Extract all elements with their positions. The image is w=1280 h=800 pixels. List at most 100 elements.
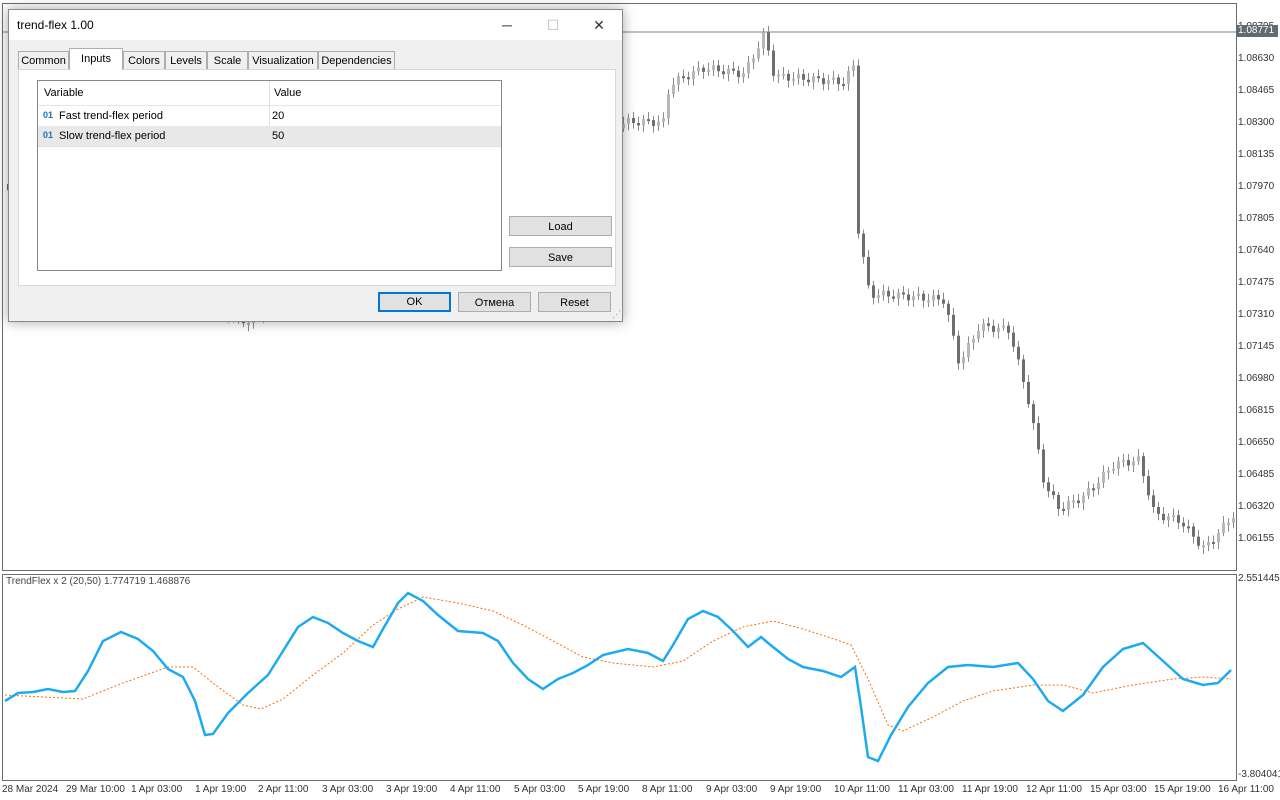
candle-body — [1072, 500, 1075, 503]
candle-body — [1162, 513, 1165, 521]
tab-common[interactable]: Common — [18, 51, 69, 69]
candle-body — [877, 295, 880, 298]
load-button[interactable]: Load — [509, 216, 612, 236]
candle-body — [1037, 423, 1040, 450]
tab-scale[interactable]: Scale — [207, 51, 248, 69]
resize-grip-icon[interactable]: ⋰ — [612, 309, 621, 320]
candle-body — [1152, 495, 1155, 508]
time-label: 4 Apr 11:00 — [450, 784, 501, 795]
candle-body — [722, 71, 725, 75]
candle-body — [1142, 456, 1145, 477]
candle-body — [797, 74, 800, 79]
tab-inputs[interactable]: Inputs — [69, 48, 123, 70]
candle-body — [837, 77, 840, 85]
price-label: 1.08135 — [1238, 149, 1275, 160]
input-variable-name: Slow trend-flex period — [59, 130, 166, 142]
candle-body — [1157, 507, 1160, 514]
candle-body — [1182, 522, 1185, 527]
tab-dependencies[interactable]: Dependencies — [318, 51, 395, 69]
candle-body — [657, 121, 660, 126]
price-label: 1.06155 — [1238, 533, 1275, 544]
input-row-slow-period[interactable]: 01 Slow trend-flex period 50 — [38, 126, 501, 147]
candle-body — [1012, 332, 1015, 347]
price-label: 1.06485 — [1238, 469, 1275, 480]
integer-type-icon: 01 — [43, 130, 54, 140]
time-label: 11 Apr 19:00 — [962, 784, 1018, 795]
price-label: 1.08300 — [1238, 117, 1275, 128]
time-label: 10 Apr 11:00 — [834, 784, 890, 795]
candle-body — [887, 290, 890, 297]
integer-type-icon: 01 — [43, 110, 54, 120]
current-price-badge: 1.08771 — [1236, 25, 1278, 37]
price-label: 1.07310 — [1238, 309, 1275, 320]
time-label: 12 Apr 11:00 — [1026, 784, 1082, 795]
input-value[interactable]: 50 — [272, 130, 284, 142]
candle-body — [1092, 488, 1095, 491]
column-header-variable[interactable]: Variable — [44, 87, 84, 99]
price-label: 1.07805 — [1238, 213, 1275, 224]
time-label: 5 Apr 03:00 — [514, 784, 566, 795]
candle-body — [682, 76, 685, 79]
indicator-pane[interactable] — [2, 574, 1237, 781]
candle-body — [942, 299, 945, 304]
input-value[interactable]: 20 — [272, 110, 284, 122]
candle-body — [732, 68, 735, 71]
indicator-max-label: 2.551445 — [1238, 573, 1280, 584]
price-label: 1.08630 — [1238, 53, 1275, 64]
ok-button[interactable]: OK — [378, 292, 451, 312]
candle-body — [737, 70, 740, 78]
fast-trendflex-line — [4, 591, 1232, 763]
candle-body — [1222, 522, 1225, 533]
dialog-titlebar[interactable]: trend-flex 1.00 ─ ☐ ✕ — [9, 10, 622, 40]
candle-body — [872, 285, 875, 298]
close-icon[interactable]: ✕ — [576, 10, 622, 40]
candle-body — [982, 323, 985, 332]
time-label: 16 Apr 11:00 — [1218, 784, 1274, 795]
input-row-fast-period[interactable]: 01 Fast trend-flex period 20 — [38, 106, 501, 127]
candle-body — [752, 58, 755, 63]
candle-body — [702, 67, 705, 72]
candle-body — [847, 70, 850, 85]
time-label: 15 Apr 19:00 — [1154, 784, 1211, 795]
candle-body — [687, 77, 690, 80]
candle-body — [1187, 526, 1190, 529]
candle-body — [1027, 381, 1030, 405]
tab-levels[interactable]: Levels — [165, 51, 207, 69]
candle-body — [1017, 346, 1020, 360]
price-label: 1.06980 — [1238, 373, 1275, 384]
candle-body — [852, 65, 855, 71]
time-label: 29 Mar 10:00 — [66, 784, 125, 795]
indicator-properties-dialog: trend-flex 1.00 ─ ☐ ✕ Common Inputs Colo… — [8, 9, 623, 322]
price-label: 1.07145 — [1238, 341, 1275, 352]
column-header-value[interactable]: Value — [274, 87, 301, 99]
time-label: 28 Mar 2024 — [2, 784, 59, 795]
candle-body — [757, 48, 760, 59]
time-label: 1 Apr 03:00 — [131, 784, 183, 795]
save-button[interactable]: Save — [509, 247, 612, 267]
candle-body — [667, 93, 670, 119]
cancel-button[interactable]: Отмена — [458, 292, 531, 312]
candle-body — [782, 73, 785, 76]
maximize-icon: ☐ — [546, 17, 560, 33]
candle-body — [882, 290, 885, 296]
candle-body — [767, 32, 770, 51]
minimize-icon[interactable]: ─ — [484, 10, 530, 40]
time-label: 8 Apr 11:00 — [642, 784, 693, 795]
candle-body — [1032, 404, 1035, 424]
candle-body — [907, 294, 910, 301]
price-label: 1.07475 — [1238, 277, 1275, 288]
reset-button[interactable]: Reset — [538, 292, 611, 312]
candle-body — [762, 32, 765, 49]
input-variable-name: Fast trend-flex period — [59, 110, 163, 122]
time-label: 2 Apr 11:00 — [258, 784, 309, 795]
candle-body — [842, 84, 845, 87]
tab-colors[interactable]: Colors — [123, 51, 165, 69]
candle-body — [962, 357, 965, 364]
time-label: 1 Apr 19:00 — [195, 784, 247, 795]
candle-body — [902, 292, 905, 295]
candle-body — [1062, 508, 1065, 511]
candle-body — [1207, 541, 1210, 546]
candle-body — [977, 331, 980, 339]
time-label: 9 Apr 19:00 — [770, 784, 822, 795]
tab-visualization[interactable]: Visualization — [248, 51, 318, 69]
